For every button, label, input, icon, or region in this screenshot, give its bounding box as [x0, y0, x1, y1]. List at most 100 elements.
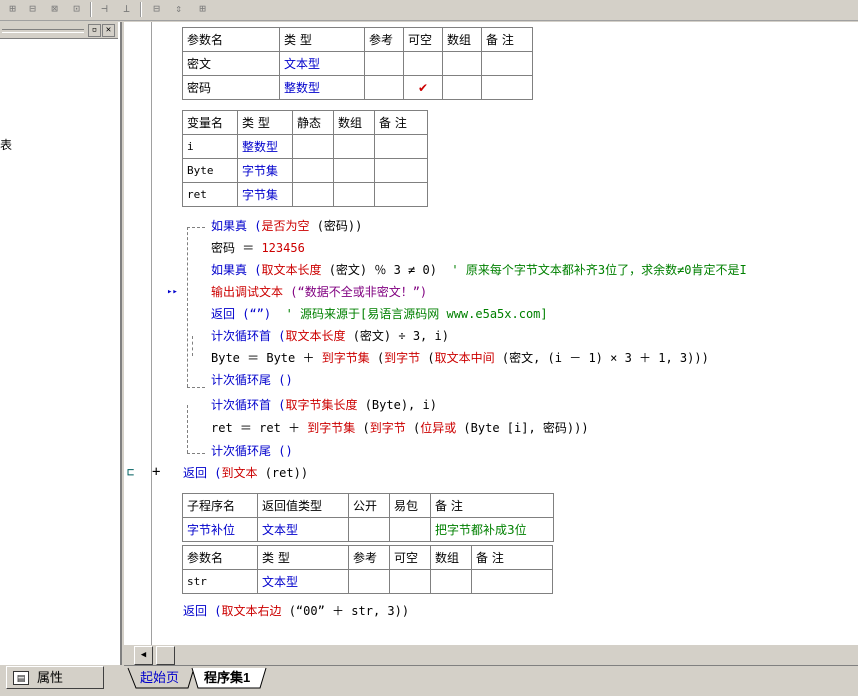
- table-cell[interactable]: [481, 51, 533, 76]
- table-cell[interactable]: [374, 158, 428, 183]
- toolbar-icon[interactable]: ⊡: [68, 1, 85, 17]
- col-header: 类 型: [237, 110, 293, 135]
- code-comment: ' 原来每个字节文本都补齐3位了，求余数≠0肯定不是I: [451, 263, 747, 277]
- table-cell[interactable]: [403, 51, 443, 76]
- panel-grip[interactable]: [2, 29, 84, 33]
- table-cell[interactable]: [481, 75, 533, 100]
- table-cell[interactable]: 字节补位: [182, 517, 258, 542]
- toolbar-icon[interactable]: ⊣: [96, 1, 113, 17]
- toolbar-icon[interactable]: ⊞: [4, 1, 21, 17]
- scroll-left-icon[interactable]: ◀: [134, 646, 153, 665]
- function-name: 取文本长度: [261, 263, 322, 277]
- code-line[interactable]: 返回 (取文本右边 (“00” ＋ str, 3)): [183, 603, 409, 619]
- string-literal: (“数据不全或非密文！”): [283, 285, 428, 299]
- function-name: 取文本右边: [221, 604, 282, 618]
- subroutine-params-table: 参数名 类 型 参考 可空 数组 备 注 str 文本型: [182, 545, 553, 594]
- toolbar-icon[interactable]: ⊥: [118, 1, 135, 17]
- table-cell[interactable]: [374, 182, 428, 207]
- toolbar-icon[interactable]: ⊠: [46, 1, 63, 17]
- col-header: 参考: [364, 27, 404, 52]
- toolbar-icon[interactable]: ⇕: [170, 1, 187, 17]
- table-cell[interactable]: Byte: [182, 158, 238, 183]
- table-cell[interactable]: [389, 517, 431, 542]
- table-cell[interactable]: 字节集: [237, 158, 293, 183]
- table-cell[interactable]: [430, 569, 472, 594]
- col-header: 公开: [348, 493, 390, 518]
- code-line[interactable]: 如果真 (取文本长度 (密文) ％ 3 ≠ 0) ' 原来每个字节文本都补齐3位…: [211, 262, 747, 278]
- toolbar: ⊞ ⊟ ⊠ ⊡ ⊣ ⊥ ⊟ ⇕ ⊞: [0, 0, 858, 21]
- tab-program-set[interactable]: 程序集1: [198, 668, 256, 688]
- table-cell[interactable]: [442, 75, 482, 100]
- table-cell[interactable]: 密码: [182, 75, 280, 100]
- table-cell[interactable]: 字节集: [237, 182, 293, 207]
- properties-tab[interactable]: ▤ 属性: [6, 666, 104, 689]
- table-cell[interactable]: 文本型: [257, 517, 349, 542]
- checkmark-icon[interactable]: ✔: [403, 75, 443, 100]
- table-cell[interactable]: 文本型: [257, 569, 349, 594]
- table-cell[interactable]: 把字节都补成3位: [430, 517, 554, 542]
- code-line[interactable]: 返回 (“”) ' 源码来源于[易语言源码网 www.e5a5x.com]: [211, 306, 548, 322]
- table-cell[interactable]: [333, 182, 375, 207]
- table-cell[interactable]: [333, 134, 375, 159]
- code-line[interactable]: 返回 (到文本 (ret)): [183, 465, 308, 481]
- table-cell[interactable]: i: [182, 134, 238, 159]
- code-line[interactable]: 密码 ＝ 123456: [211, 240, 305, 256]
- col-header: 可空: [389, 545, 431, 570]
- col-header: 参数名: [182, 27, 280, 52]
- table-row[interactable]: i 整数型: [182, 134, 428, 159]
- table-cell[interactable]: 整数型: [237, 134, 293, 159]
- panel-titlebar: ▫ ✕: [0, 22, 118, 39]
- table-cell[interactable]: [389, 569, 431, 594]
- table-cell[interactable]: 文本型: [279, 51, 365, 76]
- horizontal-scrollbar[interactable]: ◀: [124, 645, 858, 665]
- table-cell[interactable]: [364, 51, 404, 76]
- function-name: 取字节集长度: [285, 398, 358, 412]
- keyword: 返回 (: [183, 466, 222, 480]
- toolbar-icon[interactable]: ⊟: [24, 1, 41, 17]
- col-header: 参数名: [182, 545, 258, 570]
- table-cell[interactable]: [471, 569, 553, 594]
- table-row[interactable]: Byte 字节集: [182, 158, 428, 183]
- code-text: (Byte [i], 密码))): [456, 421, 589, 435]
- expand-icon[interactable]: +: [152, 464, 160, 480]
- table-cell[interactable]: str: [182, 569, 258, 594]
- code-line[interactable]: 如果真 (是否为空 (密码)): [211, 218, 362, 234]
- table-cell[interactable]: 密文: [182, 51, 280, 76]
- tab-start-page[interactable]: 起始页: [134, 668, 185, 688]
- col-header: 数组: [333, 110, 375, 135]
- table-row[interactable]: 字节补位 文本型 把字节都补成3位: [182, 517, 554, 542]
- table-cell[interactable]: ret: [182, 182, 238, 207]
- code-line[interactable]: 计次循环尾 (): [211, 372, 293, 388]
- code-line[interactable]: 计次循环尾 (): [211, 443, 293, 459]
- code-text: (密文, (i － 1) × 3 ＋ 1, 3))): [494, 351, 709, 365]
- table-cell[interactable]: [333, 158, 375, 183]
- table-cell[interactable]: [364, 75, 404, 100]
- code-line[interactable]: 输出调试文本 (“数据不全或非密文！”): [211, 284, 427, 300]
- table-cell[interactable]: [348, 517, 390, 542]
- scroll-thumb[interactable]: [156, 646, 175, 665]
- toolbar-icon[interactable]: ⊟: [148, 1, 165, 17]
- table-cell[interactable]: [292, 158, 334, 183]
- table-row[interactable]: str 文本型: [182, 569, 553, 594]
- close-icon[interactable]: ✕: [102, 24, 115, 37]
- code-line[interactable]: Byte ＝ Byte ＋ 到字节集 (到字节 (取文本中间 (密文, (i －…: [211, 350, 709, 366]
- table-cell[interactable]: 整数型: [279, 75, 365, 100]
- table-row[interactable]: 密码 整数型 ✔: [182, 75, 533, 100]
- tab-bar: 起始页 程序集1: [124, 665, 858, 696]
- table-cell[interactable]: [442, 51, 482, 76]
- toolbar-icon[interactable]: ⊞: [194, 1, 211, 17]
- col-header: 可空: [403, 27, 443, 52]
- code-text: (: [369, 351, 385, 365]
- code-text: (Byte), i): [357, 398, 437, 412]
- function-name: 取文本长度: [285, 329, 346, 343]
- code-line[interactable]: 计次循环首 (取文本长度 (密文) ÷ 3, i): [211, 328, 449, 344]
- table-cell[interactable]: [348, 569, 390, 594]
- table-cell[interactable]: [292, 182, 334, 207]
- code-line[interactable]: ret ＝ ret ＋ 到字节集 (到字节 (位异或 (Byte [i], 密码…: [211, 420, 589, 436]
- table-row[interactable]: ret 字节集: [182, 182, 428, 207]
- table-row[interactable]: 密文 文本型: [182, 51, 533, 76]
- table-cell[interactable]: [292, 134, 334, 159]
- table-cell[interactable]: [374, 134, 428, 159]
- minimize-icon[interactable]: ▫: [88, 24, 101, 37]
- code-line[interactable]: 计次循环首 (取字节集长度 (Byte), i): [211, 397, 437, 413]
